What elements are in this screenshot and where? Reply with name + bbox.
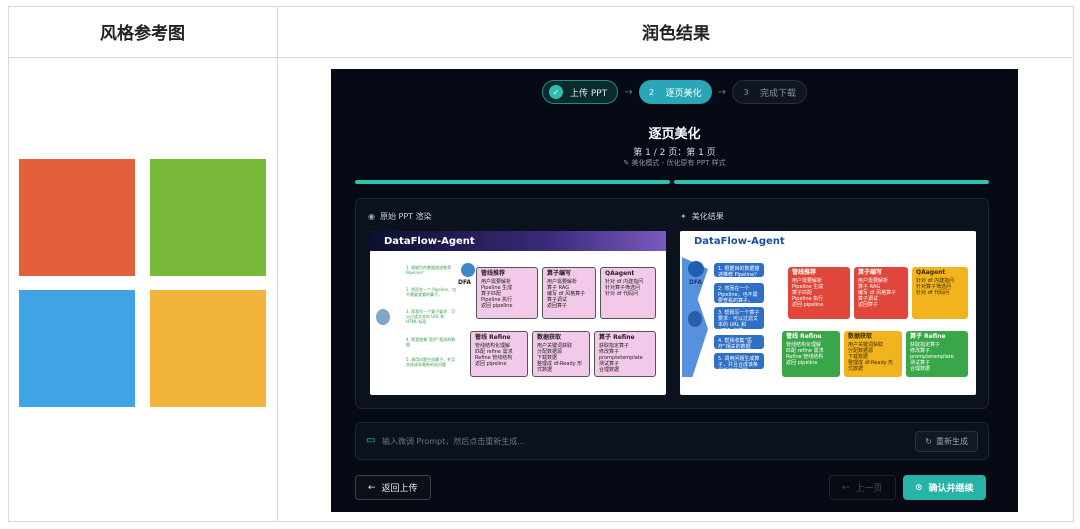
eye-icon: ◉ xyxy=(368,212,375,221)
module-box: 管线 Refine 管线结构化理解 匹配 refine 需求 Refine 管线结构… xyxy=(470,331,528,377)
chat-icon: ▭ xyxy=(366,435,376,446)
module-box: QAagent 针对 df 内建指问 针对算子筛选问 针对 df 代码问 xyxy=(912,267,968,319)
reference-square-yellow xyxy=(150,290,266,407)
step-label: 上传 PPT xyxy=(569,88,608,99)
user-icon xyxy=(688,311,702,327)
module-box: 算子编写 用户需要解析 算子 RAG 编写 df 风格算子 算子调试 返回算子 xyxy=(542,267,596,319)
dfa-label: DFA xyxy=(458,279,472,286)
module-box: 算子编写 用户需要解析 算子 RAG 编写 df 风格算子 算子调试 返回算子 xyxy=(854,267,908,319)
original-slide: DataFlow-Agent DFA 1. 根据目的数据描述推荐 Pipelin… xyxy=(370,231,666,395)
slide-title: DataFlow-Agent xyxy=(680,231,976,251)
step-box: 5. 调用问题生成算子，并且合成该条最新的关问题 xyxy=(714,353,764,374)
refresh-icon: ↻ xyxy=(925,437,932,446)
page-info: 第 1 / 2 页：第 1 页 xyxy=(633,148,716,158)
header-result: 润色结果 xyxy=(642,24,710,44)
robot-icon xyxy=(461,263,475,277)
step-number: 2 xyxy=(649,87,655,97)
step-number: 3 xyxy=(743,87,749,97)
arrow-left-icon: ← xyxy=(368,482,376,493)
arrow-right-icon: → xyxy=(624,86,633,98)
header-style-reference: 风格参考图 xyxy=(100,24,185,44)
step-text: 3. 帮我写一个算子要求：可以过滤文本的 URL 和 HTML 标签 xyxy=(406,309,456,324)
prev-page-button[interactable]: ← 上一页 xyxy=(829,475,896,500)
step-box: 2. 然而在一个 Pipeline，也不需要查看的算子。 xyxy=(714,283,764,304)
reference-square-red xyxy=(19,159,135,276)
module-box: 管线 Refine 管线结构化理解 匹配 refine 需求 Refine 管线结构… xyxy=(782,331,840,377)
module-box: QAagent 针对 df 内建指问 针对算子筛选问 针对 df 代码问 xyxy=(600,267,656,319)
beautified-slide: DataFlow-Agent DFA 1. 根据目的数据描述推荐 Pipelin… xyxy=(680,231,976,395)
reference-square-blue xyxy=(19,290,135,407)
robot-icon xyxy=(688,261,704,277)
check-circle-icon: ⊙ xyxy=(915,482,923,493)
regenerate-button[interactable]: ↻ 重新生成 xyxy=(915,431,978,452)
step-box: 1. 根据目的数据描述推荐 Pipeline？ xyxy=(714,263,764,278)
beautified-label: ✦ 美化结果 xyxy=(680,212,724,221)
sparkle-icon: ✦ xyxy=(680,212,687,221)
step-label: 完成下载 xyxy=(760,88,797,99)
user-icon xyxy=(376,309,390,325)
step-box: 3. 帮我写一个算子要求：可以过滤文本的 URL 和 HTML 标签 xyxy=(714,307,764,334)
header-divider xyxy=(8,57,1074,58)
module-box: 算子 Refine 获取指定算子 修改算子 promptetemplate 测试算子合… xyxy=(594,331,656,377)
step-download[interactable]: 3 完成下载 xyxy=(732,80,808,104)
progress-bar xyxy=(355,180,989,184)
page-title: 逐页美化 xyxy=(648,127,701,142)
comparison-panel: ◉ 原始 PPT 渲染 ✦ 美化结果 DataFlow-Agent DFA 1.… xyxy=(355,198,989,409)
module-box: 算子 Refine 获取指定算子 修改算子 promptetemplate 测试算子合… xyxy=(906,331,968,377)
module-box: 管线推荐 用户需要解析 Pipeline 生成 算子匹配 Pipeline 执行 返回 … xyxy=(788,267,850,319)
module-box: 数据获取 用户关键词获取 分配数据源 下载数据 整理成 df-Ready 形式数据 xyxy=(532,331,590,377)
step-text: 4. 帮我收集“医疗”相关的数据 xyxy=(406,337,456,347)
back-button[interactable]: ← 返回上传 xyxy=(355,475,431,500)
step-beautify[interactable]: 2 逐页美化 xyxy=(638,80,712,104)
reference-square-green xyxy=(150,159,266,276)
arrow-left-icon: ← xyxy=(842,482,850,493)
mode-description: ✎ 美化模式 - 优化原有 PPT 样式 xyxy=(623,159,726,167)
dfa-label: DFA xyxy=(689,279,703,286)
step-upload[interactable]: ✓ 上传 PPT xyxy=(541,80,619,104)
module-box: 数据获取 用户关键词获取 分配数据源 下载数据 整理成 df-Ready 形式数据 xyxy=(844,331,902,377)
step-label: 逐页美化 xyxy=(665,88,702,99)
arrow-right-icon: → xyxy=(717,86,726,98)
app-screenshot: ✓ 上传 PPT → 2 逐页美化 → 3 完成下载 逐页美化 第 1 / 2 … xyxy=(331,69,1018,512)
confirm-continue-button[interactable]: ⊙ 确认并继续 xyxy=(903,475,986,500)
progress-segment xyxy=(355,180,670,184)
stepper: ✓ 上传 PPT → 2 逐页美化 → 3 完成下载 xyxy=(331,80,1018,104)
step-text: 5. 调用问题生成算子，并且合成该条最新的关问题 xyxy=(406,357,456,367)
check-icon: ✓ xyxy=(548,85,563,99)
step-text: 1. 根据目的数据描述推荐 Pipeline？ xyxy=(406,265,452,275)
column-divider xyxy=(277,6,278,522)
slide-title: DataFlow-Agent xyxy=(370,231,666,251)
prompt-bar: ▭ 输入微调 Prompt，然后点击重新生成... ↻ 重新生成 xyxy=(355,422,989,460)
step-box: 4. 帮我收集“医疗”相关的数据 xyxy=(714,335,764,350)
step-text: 2. 然而在一个 Pipeline，也不需要查看的算子。 xyxy=(406,287,457,297)
original-label: ◉ 原始 PPT 渲染 xyxy=(368,212,432,221)
progress-segment xyxy=(674,180,989,184)
module-box: 管线推荐 用户需要解析 Pipeline 生成 算子匹配 Pipeline 执行 返回 … xyxy=(476,267,538,319)
prompt-input[interactable]: 输入微调 Prompt，然后点击重新生成... xyxy=(382,436,525,447)
